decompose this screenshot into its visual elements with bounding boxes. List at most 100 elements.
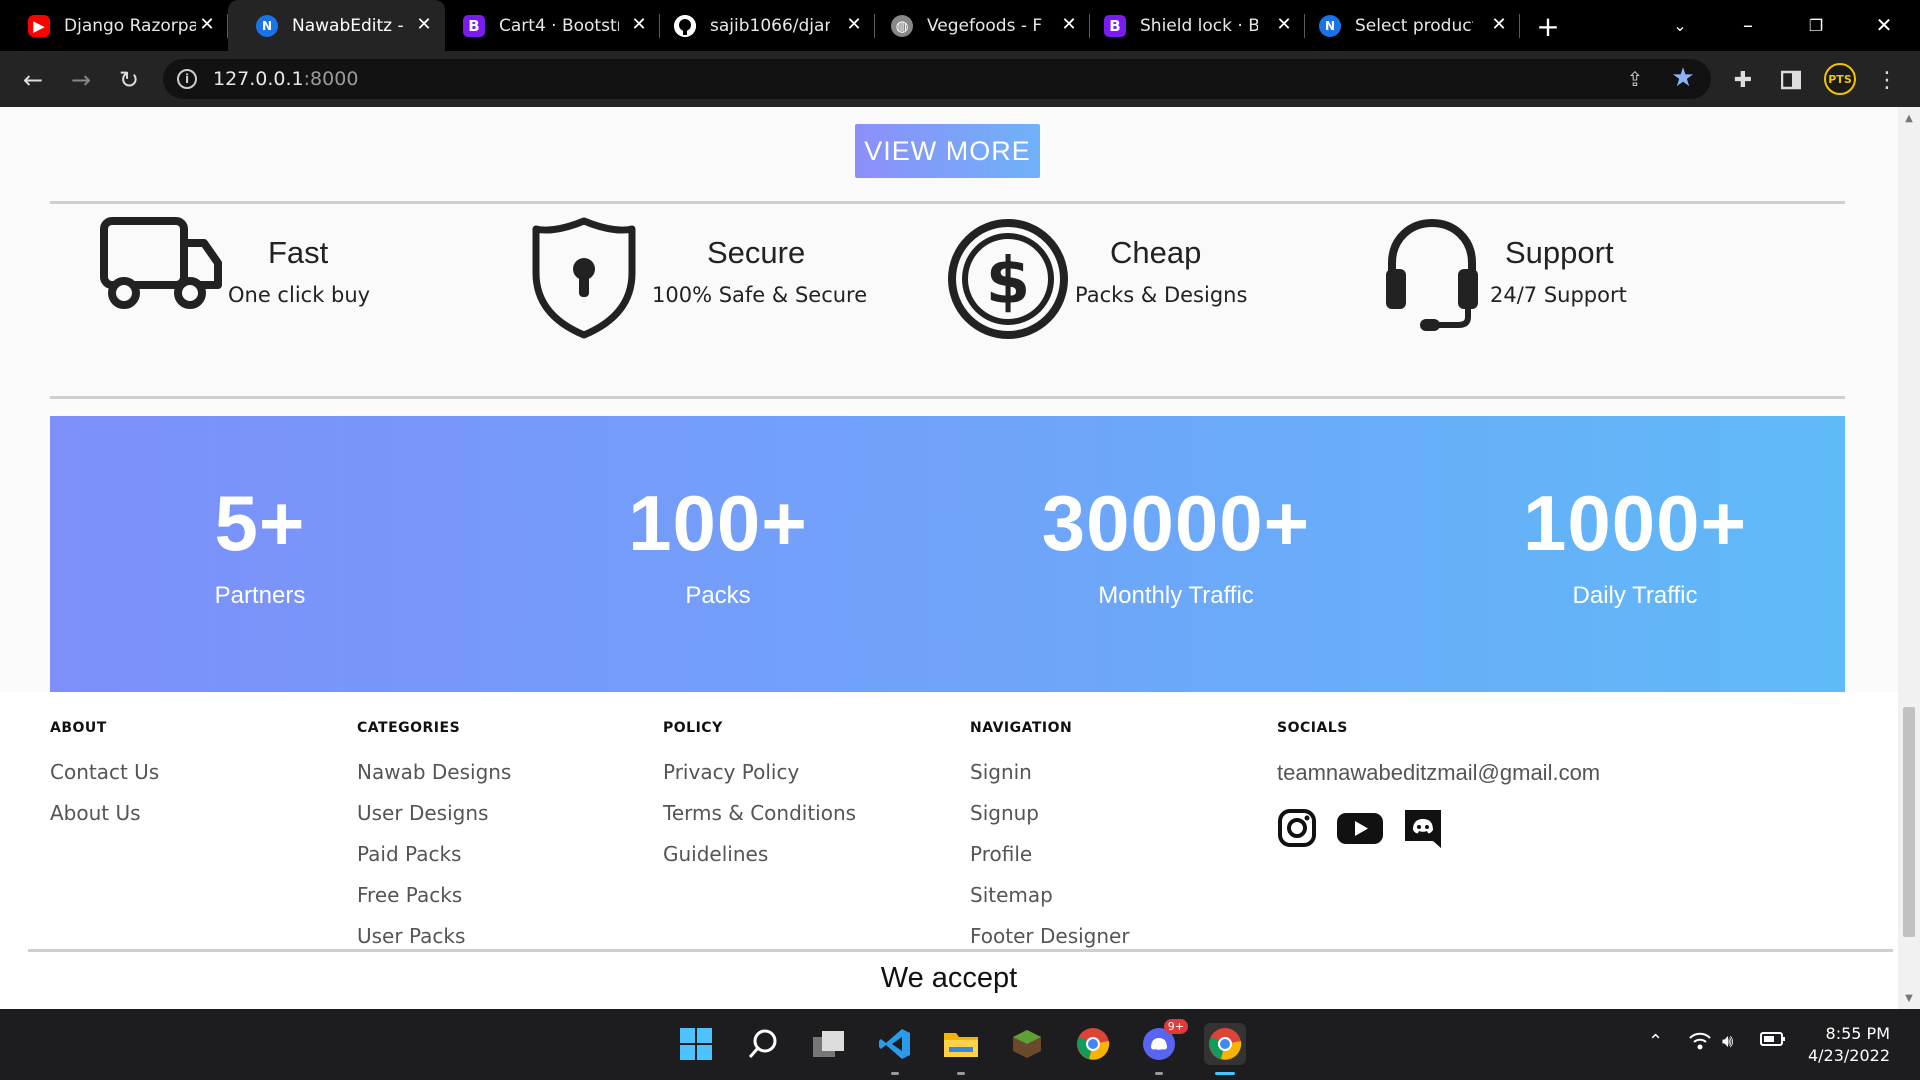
minimize-button[interactable]: – [1726, 8, 1770, 42]
footer-link-user-packs[interactable]: User Packs [357, 924, 511, 949]
site-info-icon[interactable]: i [177, 69, 197, 89]
scroll-thumb[interactable] [1903, 707, 1915, 937]
tab-shield-lock[interactable]: B Shield lock · Bootstrap ✕ [1090, 0, 1305, 51]
tab-vegefoods[interactable]: ◍ Vegefoods - Free ✕ [875, 0, 1090, 51]
footer-link-free-packs[interactable]: Free Packs [357, 883, 511, 908]
footer: ABOUT Contact Us About Us CATEGORIES Naw… [0, 692, 1898, 1009]
tab-select-product[interactable]: N Select product ✕ [1305, 0, 1520, 51]
stat-number: 30000+ [1041, 479, 1311, 567]
globe-icon: ◍ [891, 14, 913, 37]
footer-link-paid-packs[interactable]: Paid Packs [357, 842, 511, 867]
extensions-puzzle-icon[interactable]: ✚ [1724, 61, 1762, 99]
page-scrollbar[interactable]: ▲ ▼ [1898, 107, 1920, 1009]
stat-monthly-traffic: 30000+ Monthly Traffic [966, 478, 1386, 610]
task-view-icon[interactable] [808, 1023, 850, 1065]
share-icon[interactable]: ⇪ [1621, 65, 1649, 93]
youtube-icon[interactable] [1336, 808, 1384, 848]
feature-subtitle: 100% Safe & Secure [652, 283, 868, 307]
scroll-down-arrow-icon[interactable]: ▼ [1902, 991, 1916, 1005]
github-icon [674, 14, 696, 37]
stats-banner: 5+ Partners 100+ Packs 30000+ Monthly Tr… [50, 416, 1845, 692]
stat-label: Daily Traffic [1572, 582, 1698, 609]
side-panel-icon[interactable] [1772, 61, 1810, 99]
clock-date: 4/23/2022 [1807, 1046, 1890, 1065]
footer-heading: SOCIALS [1277, 720, 1348, 736]
menu-kebab-icon[interactable]: ⋮ [1868, 61, 1906, 99]
nawabeditz-icon: N [1319, 14, 1341, 37]
forward-arrow-icon[interactable]: → [62, 61, 100, 99]
stat-daily-traffic: 1000+ Daily Traffic [1425, 478, 1845, 610]
stat-partners: 5+ Partners [50, 478, 470, 610]
footer-col-categories: CATEGORIES Nawab Designs User Designs Pa… [357, 720, 511, 965]
feature-title: Secure [707, 235, 806, 270]
social-icons [1277, 808, 1600, 848]
minecraft-icon[interactable] [1006, 1023, 1048, 1065]
footer-link-footer-designer[interactable]: Footer Designer [970, 924, 1130, 949]
view-more-button[interactable]: VIEW MORE [855, 124, 1040, 178]
footer-link-profile[interactable]: Profile [970, 842, 1130, 867]
divider [28, 949, 1893, 952]
search-icon[interactable] [742, 1023, 784, 1065]
close-tab-icon[interactable]: ✕ [628, 13, 650, 35]
stat-label: Monthly Traffic [1098, 582, 1254, 609]
shield-lock-icon [532, 217, 636, 339]
profile-avatar[interactable]: PTS [1824, 63, 1856, 95]
new-tab-button[interactable]: + [1532, 10, 1564, 43]
chrome-icon[interactable] [1072, 1023, 1114, 1065]
tab-nawabeditz[interactable]: N NawabEditz - Best ✕ [228, 0, 445, 51]
stat-label: Packs [685, 582, 751, 609]
volume-icon[interactable]: 🔊︎ [1722, 1031, 1733, 1052]
divider [50, 396, 1845, 399]
footer-link-user-designs[interactable]: User Designs [357, 801, 511, 826]
chrome-profile-icon[interactable] [1204, 1023, 1246, 1075]
footer-link-guidelines[interactable]: Guidelines [663, 842, 856, 867]
tab-cart4[interactable]: B Cart4 · Bootstrap ✕ [445, 0, 660, 51]
battery-icon[interactable] [1760, 1031, 1786, 1052]
close-tab-icon[interactable]: ✕ [1488, 13, 1510, 35]
feature-title: Fast [268, 235, 329, 270]
browser-toolbar: ← → ↻ i 127.0.0.1:8000 ⇪ ★ ✚ PTS ⋮ [0, 51, 1920, 107]
browser-tab-bar: ▶ Django Razorpay ✕ N NawabEditz - Best … [0, 0, 1920, 51]
close-tab-icon[interactable]: ✕ [1273, 13, 1295, 35]
close-tab-icon[interactable]: ✕ [843, 13, 865, 35]
file-explorer-icon[interactable] [940, 1023, 982, 1075]
windows-taskbar: 9+ ⌃ 🔊︎ 8:55 PM 4/23/2022 [0, 1009, 1920, 1080]
vscode-icon[interactable] [874, 1023, 916, 1075]
footer-col-policy: POLICY Privacy Policy Terms & Conditions… [663, 720, 856, 883]
tab-search-icon[interactable]: ⌄ [1658, 8, 1702, 42]
discord-app-icon[interactable]: 9+ [1138, 1019, 1188, 1075]
clock-time: 8:55 PM [1825, 1024, 1890, 1043]
footer-link-signin[interactable]: Signin [970, 760, 1130, 785]
footer-link-signup[interactable]: Signup [970, 801, 1130, 826]
tab-github[interactable]: sajib1066/django ✕ [660, 0, 875, 51]
bookmark-star-icon[interactable]: ★ [1668, 63, 1698, 93]
bootstrap-icon: B [463, 14, 485, 37]
notification-badge: 9+ [1163, 1019, 1188, 1034]
footer-link-privacy-policy[interactable]: Privacy Policy [663, 760, 856, 785]
close-window-button[interactable]: ✕ [1862, 8, 1906, 42]
reload-icon[interactable]: ↻ [110, 61, 148, 99]
tab-django-razorpay[interactable]: ▶ Django Razorpay ✕ [0, 0, 228, 51]
system-clock[interactable]: 8:55 PM 4/23/2022 [1808, 1023, 1890, 1067]
footer-link-nawab-designs[interactable]: Nawab Designs [357, 760, 511, 785]
footer-link-about-us[interactable]: About Us [50, 801, 159, 826]
stat-number: 100+ [628, 479, 808, 567]
wifi-icon[interactable] [1688, 1031, 1712, 1056]
footer-email-link[interactable]: teamnawabeditzmail@gmail.com [1277, 760, 1600, 786]
address-bar[interactable]: i 127.0.0.1:8000 ⇪ ★ [163, 59, 1711, 99]
scroll-up-arrow-icon[interactable]: ▲ [1902, 111, 1916, 125]
back-arrow-icon[interactable]: ← [14, 61, 52, 99]
instagram-icon[interactable] [1277, 808, 1317, 848]
url-text[interactable]: 127.0.0.1:8000 [213, 68, 358, 90]
footer-heading: NAVIGATION [970, 720, 1073, 736]
footer-link-contact-us[interactable]: Contact Us [50, 760, 159, 785]
windows-start-icon[interactable] [675, 1023, 717, 1065]
close-tab-icon[interactable]: ✕ [413, 13, 435, 35]
show-hidden-icons-chevron-icon[interactable]: ⌃ [1648, 1031, 1663, 1052]
footer-link-terms-conditions[interactable]: Terms & Conditions [663, 801, 856, 826]
restore-button[interactable]: ❐ [1794, 8, 1838, 42]
close-tab-icon[interactable]: ✕ [1058, 13, 1080, 35]
close-tab-icon[interactable]: ✕ [196, 13, 218, 35]
footer-link-sitemap[interactable]: Sitemap [970, 883, 1130, 908]
discord-icon[interactable] [1403, 808, 1443, 848]
